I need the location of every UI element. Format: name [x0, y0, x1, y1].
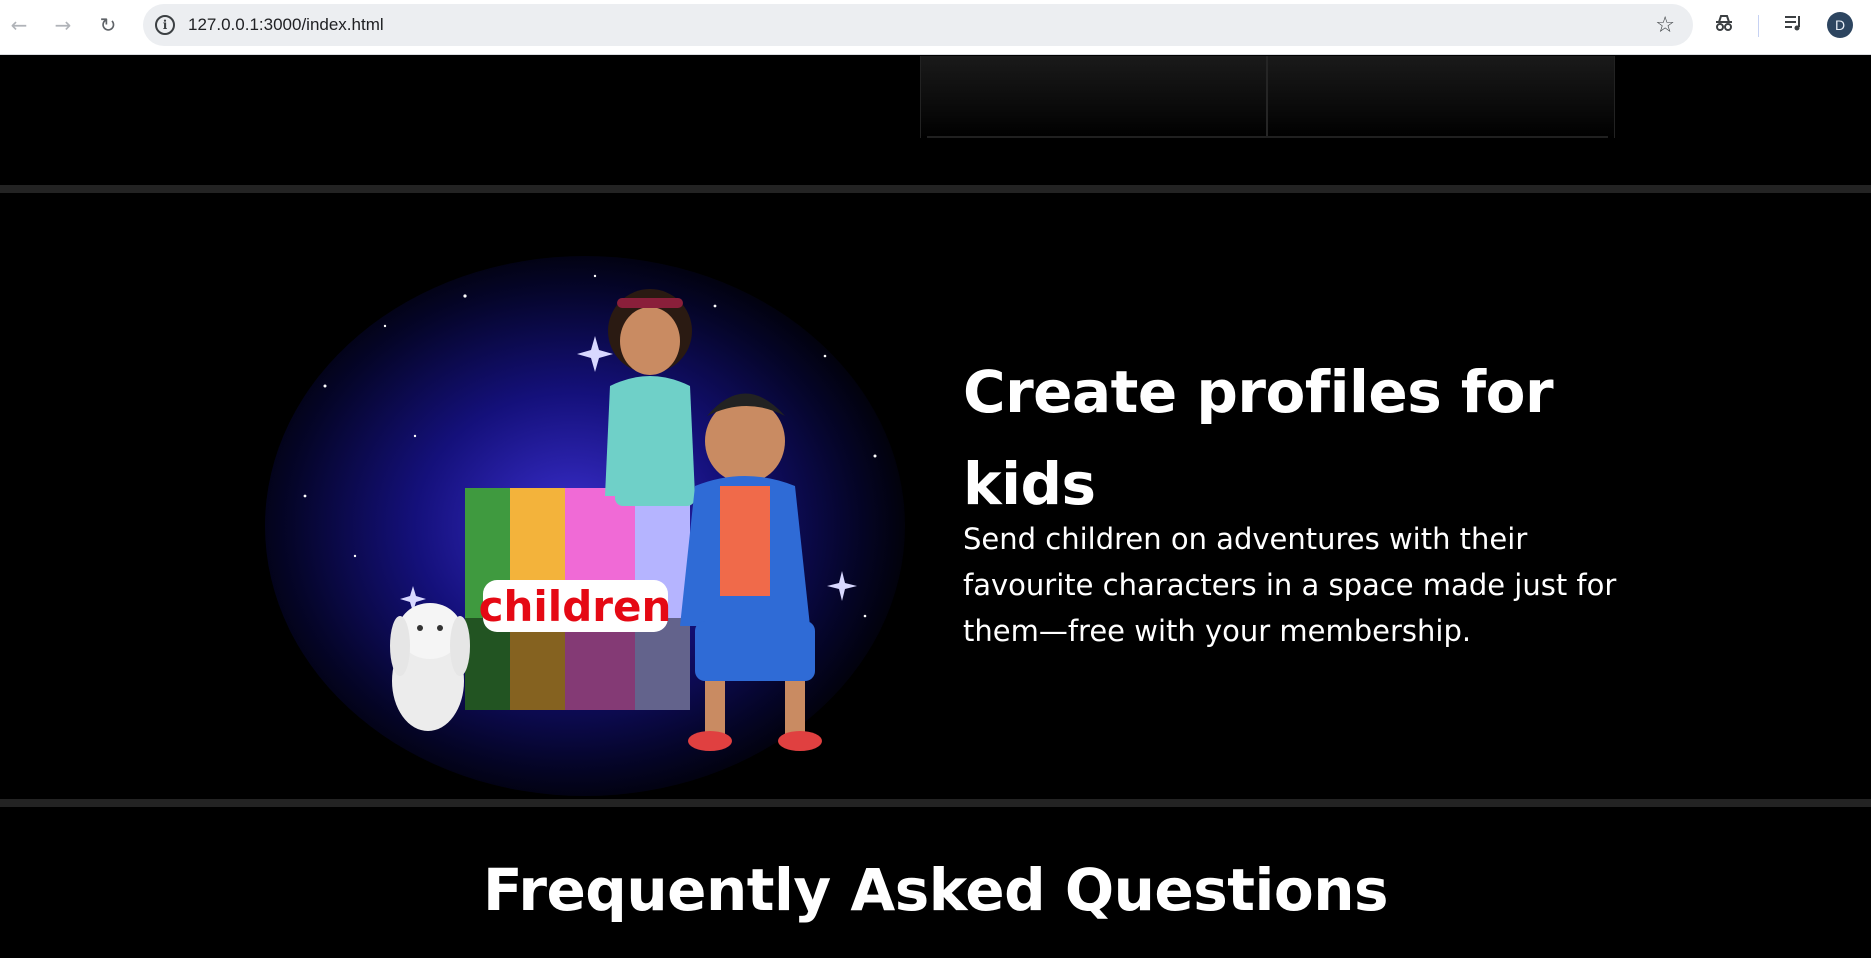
- star-icon[interactable]: ☆: [1655, 13, 1675, 38]
- incognito-icon[interactable]: [1713, 12, 1735, 39]
- profile-avatar[interactable]: D: [1827, 12, 1853, 38]
- kids-profile-description: Send children on adventures with their f…: [963, 522, 1617, 648]
- url-text[interactable]: 127.0.0.1:3000/index.html: [188, 15, 384, 35]
- faq-title: Frequently Asked Questions: [482, 856, 1389, 924]
- arrow-right-icon: →: [54, 13, 72, 37]
- section-divider: [0, 185, 1871, 193]
- page-content: children Create profiles for kids Send c…: [0, 56, 1871, 958]
- kids-profile-illustration: children: [265, 236, 925, 796]
- toolbar-separator: [1758, 15, 1759, 37]
- kids-profile-title: Create profiles for kids: [963, 358, 1554, 518]
- section-divider: [0, 799, 1871, 807]
- children-logo-text: children: [479, 582, 672, 631]
- forward-button[interactable]: →: [50, 12, 76, 38]
- address-bar[interactable]: i 127.0.0.1:3000/index.html ☆: [143, 4, 1693, 46]
- browser-toolbar: ← → ↻ i 127.0.0.1:3000/index.html ☆ D: [0, 0, 1871, 55]
- info-icon[interactable]: i: [155, 15, 175, 35]
- tv-frame-image: [920, 56, 1615, 138]
- media-queue-icon[interactable]: [1782, 12, 1804, 39]
- reload-button[interactable]: ↻: [95, 12, 121, 38]
- back-button[interactable]: ←: [6, 12, 32, 38]
- reload-icon: ↻: [99, 13, 117, 37]
- arrow-left-icon: ←: [10, 13, 28, 37]
